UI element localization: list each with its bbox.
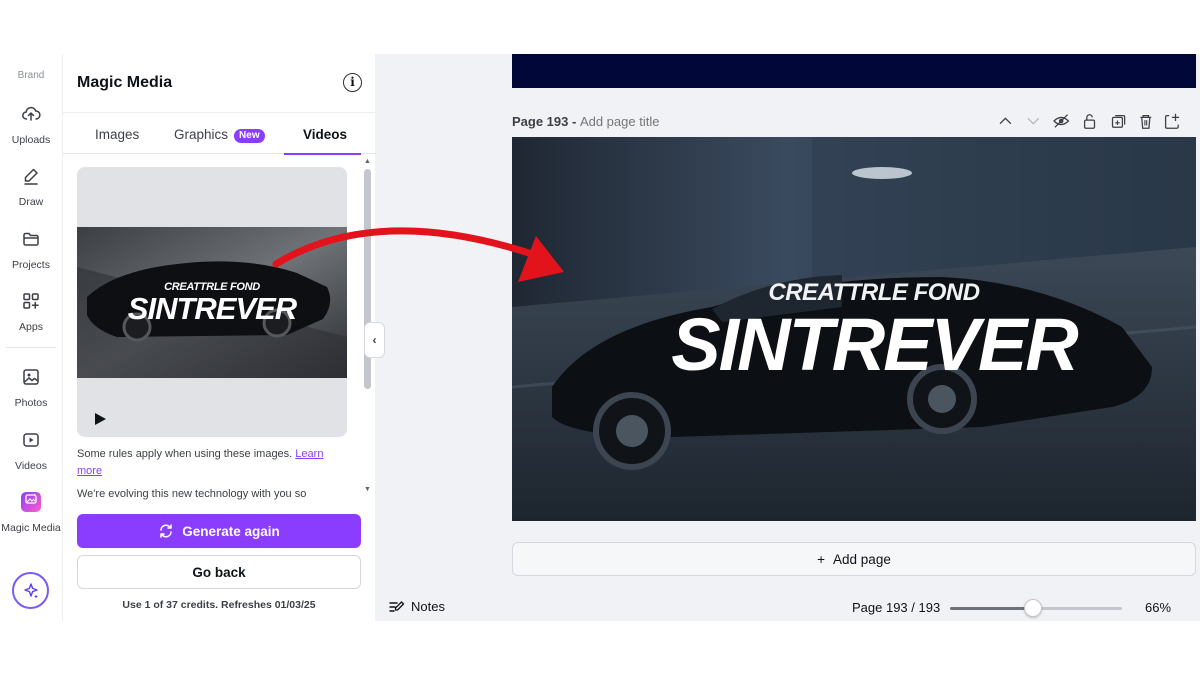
chevron-up-icon[interactable] [999,117,1012,125]
hide-page-icon[interactable] [1053,114,1070,128]
rail-item-photos[interactable]: Photos [0,367,62,411]
panel-title: Magic Media [77,74,173,91]
editor-app: Brand Uploads Draw Projects Apps Photos … [0,54,1200,621]
rail-item-videos[interactable]: Videos [0,430,62,474]
magic-media-panel: Magic Media i Images Graphics New Videos [62,54,376,621]
page-count-button[interactable]: Page 193 / 193 [852,600,940,615]
add-page-button[interactable]: + Add page [512,542,1196,576]
scroll-up-icon[interactable]: ▲ [364,158,371,165]
usage-rules-text: Some rules apply when using these images… [77,446,347,480]
rail-item-projects[interactable]: Projects [0,229,62,273]
info-icon[interactable]: i [343,73,362,92]
page-toolbar [999,113,1180,129]
pen-icon [24,168,38,185]
rail-label: Videos [15,460,47,472]
go-back-label: Go back [192,564,246,580]
folder-icon [23,232,39,246]
tab-graphics[interactable]: Graphics New [174,127,265,143]
zoom-slider-fill [950,607,1033,610]
tab-bar: Images Graphics New Videos [63,112,376,155]
refresh-icon [160,524,172,538]
rail-label: Uploads [11,134,51,146]
tab-label: Graphics [174,127,229,142]
generated-video-preview[interactable]: CREATTRLE FOND SINTREVER [77,167,347,437]
notes-icon [389,600,405,612]
evolving-text: We're evolving this new technology with … [77,488,307,500]
tab-videos[interactable]: Videos [303,127,347,142]
delete-page-icon[interactable] [1140,114,1152,129]
zoom-level[interactable]: 66% [1145,600,1171,615]
magic-media-icon [21,492,41,512]
page-header: Page 193 - [512,114,700,129]
plus-icon: + [817,551,826,567]
rail-divider [6,347,56,348]
image-icon [23,369,39,385]
rail-label: Draw [18,196,44,208]
go-back-button[interactable]: Go back [77,555,361,589]
page-separator: - [568,114,580,129]
notes-button[interactable]: Notes [389,599,445,614]
sparkle-icon [23,582,38,598]
page-number: Page 193 [512,114,569,129]
tab-images[interactable]: Images [95,127,139,142]
rail-label: Photos [14,397,48,409]
duplicate-page-icon[interactable] [1111,114,1126,128]
left-rail: Brand Uploads Draw Projects Apps Photos … [0,54,62,621]
generate-again-button[interactable]: Generate again [77,514,361,548]
chevron-left-icon: ‹ [372,333,377,347]
previous-page-canvas[interactable] [512,54,1196,88]
credits-note: Use 1 of 37 credits. Refreshes 01/03/25 [122,599,316,611]
rail-item-draw[interactable]: Draw [0,166,62,210]
apps-grid-icon [23,293,39,309]
rail-item-brand[interactable]: Brand [0,70,62,81]
canvas-title: SINTREVER [671,303,1079,386]
add-page-label: Add page [833,551,891,567]
editor-footer: Notes Page 193 / 193 66% [375,594,1200,621]
new-badge: New [234,129,265,143]
video-play-icon [23,433,39,447]
rail-label: Projects [12,259,50,271]
play-icon[interactable] [93,412,107,426]
zoom-slider-thumb[interactable] [1023,599,1042,617]
notes-label: Notes [411,599,445,614]
active-tab-indicator [284,153,361,155]
chevron-down-icon[interactable] [1027,117,1040,125]
page-title-input[interactable] [579,114,700,129]
generate-label: Generate again [182,523,280,539]
tab-label: Videos [303,127,348,142]
rail-item-magic-media[interactable]: Magic Media [0,492,62,536]
upload-cloud-icon [22,106,41,121]
magic-assistant-button[interactable] [12,572,49,609]
add-page-icon[interactable] [1164,113,1180,129]
collapse-panel-button[interactable]: ‹ [364,322,385,358]
rail-item-uploads[interactable]: Uploads [0,104,62,148]
scroll-down-icon[interactable]: ▼ [364,486,371,493]
page-canvas[interactable]: CREATTRLE FOND SINTREVER [512,137,1196,521]
rail-label: Magic Media [1,522,61,534]
annotation-arrow [272,227,564,282]
rail-item-apps[interactable]: Apps [0,291,62,335]
lock-icon[interactable] [1083,114,1096,129]
rules-text: Some rules apply when using these images… [77,448,296,460]
rail-label: Apps [19,321,43,333]
preview-title: SINTREVER [127,291,297,326]
tab-label: Images [95,127,140,142]
